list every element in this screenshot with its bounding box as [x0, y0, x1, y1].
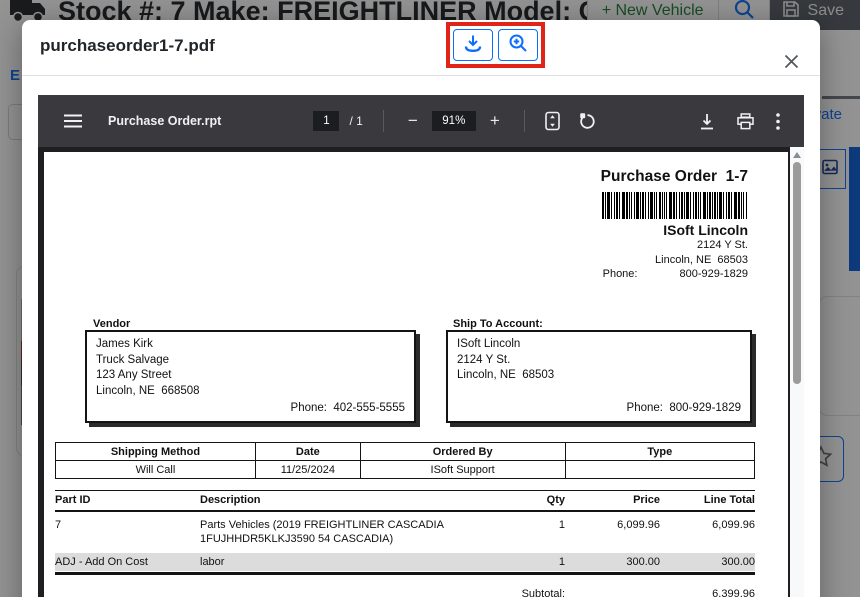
ship-to-label: Ship To Account:: [453, 318, 543, 330]
toolbar-download-icon[interactable]: [699, 113, 715, 130]
shipping-table: Shipping Method Date Ordered By Type Wil…: [55, 442, 755, 479]
ship-to-box: ISoft Lincoln 2124 Y St. Lincoln, NE 685…: [446, 330, 752, 423]
menu-icon[interactable]: [64, 114, 82, 128]
table-row: 7 Parts Vehicles (2019 FREIGHTLINER CASC…: [55, 512, 755, 550]
zoom-in-icon: [508, 33, 528, 58]
modal-title: purchaseorder1-7.pdf: [40, 36, 215, 56]
shipping-table-header: Shipping Method Date Ordered By Type: [56, 443, 755, 461]
rotate-icon[interactable]: [578, 112, 597, 131]
zoom-level[interactable]: 91%: [432, 111, 476, 131]
vendor-box: James Kirk Truck Salvage 123 Any Street …: [85, 330, 416, 423]
download-pdf-button[interactable]: [453, 29, 493, 61]
pdf-scroll-area: Purchase Order 1-7 ISoft Lincoln 2124 Y …: [38, 147, 804, 597]
page-total: / 1: [349, 114, 362, 128]
subtotal-value: 6,399.96: [660, 588, 755, 597]
scroll-up-icon[interactable]: [793, 152, 801, 158]
document-title: Purchase Order.rpt: [108, 114, 221, 128]
barcode: [598, 192, 748, 219]
annotation-highlight-box: [446, 22, 545, 68]
po-phone-label: Phone:: [603, 267, 638, 282]
vertical-scrollbar[interactable]: [790, 147, 804, 597]
more-options-icon[interactable]: [776, 113, 780, 130]
print-icon[interactable]: [737, 113, 754, 130]
subtotal-label: Subtotal:: [55, 588, 565, 597]
pdf-toolbar: Purchase Order.rpt 1 / 1 − 91% +: [38, 95, 804, 147]
pdf-preview-modal: purchaseorder1-7.pdf: [22, 20, 820, 597]
zoom-in-button[interactable]: [498, 29, 538, 61]
ship-to-phone: Phone: 800-929-1829: [627, 401, 741, 417]
download-icon: [463, 33, 483, 58]
parts-table-header: Part ID Description Qty Price Line Total: [55, 490, 755, 512]
po-address2: Lincoln, NE 68503: [428, 253, 748, 268]
screen: Stock #: 7 Make: FREIGHTLINER Model: CAS…: [0, 0, 860, 597]
fit-page-icon[interactable]: [545, 111, 560, 131]
po-address1: 2124 Y St.: [428, 238, 748, 253]
shipping-table-row: Will Call 11/25/2024 ISoft Support: [56, 461, 755, 479]
vendor-phone: Phone: 402-555-5555: [291, 401, 405, 417]
close-icon[interactable]: [782, 52, 800, 70]
po-company: ISoft Lincoln: [428, 222, 748, 238]
zoom-out-button[interactable]: −: [404, 111, 422, 131]
parts-table: Part ID Description Qty Price Line Total…: [55, 490, 755, 597]
zoom-in-toolbar-button[interactable]: +: [486, 111, 504, 131]
po-title: Purchase Order 1-7: [428, 168, 748, 186]
vendor-label: Vendor: [93, 318, 130, 330]
po-phone-value: 800-929-1829: [679, 267, 748, 282]
table-row: ADJ - Add On Cost labor 1 300.00 300.00: [55, 553, 755, 571]
pdf-viewer: Purchase Order.rpt 1 / 1 − 91% +: [38, 95, 804, 597]
scrollbar-thumb[interactable]: [793, 162, 801, 384]
modal-header: purchaseorder1-7.pdf: [22, 20, 820, 76]
pdf-page: Purchase Order 1-7 ISoft Lincoln 2124 Y …: [44, 152, 788, 597]
page-number-input[interactable]: 1: [313, 111, 339, 131]
subtotal-row: Subtotal: 6,399.96: [55, 588, 755, 597]
